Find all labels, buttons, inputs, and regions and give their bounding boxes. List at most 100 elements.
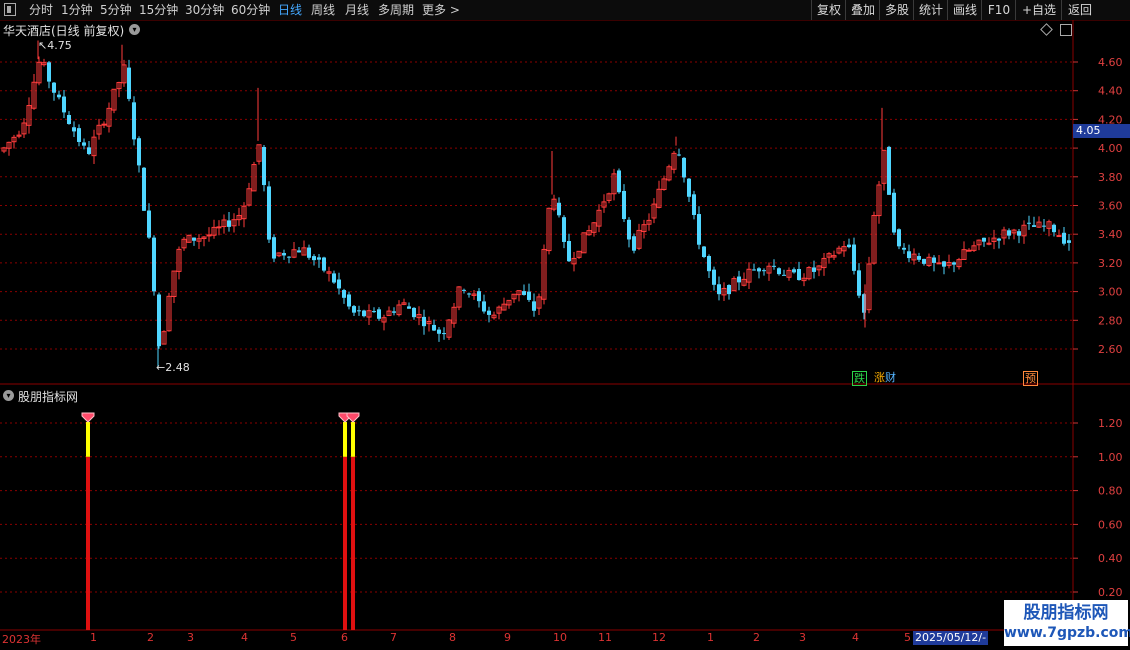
candle-body (267, 186, 271, 240)
watermark-url: www.7gpzb.com (1004, 625, 1130, 641)
price-tick-label: 3.20 (1098, 257, 1123, 270)
candle-body (737, 276, 741, 283)
signal-bar (86, 456, 90, 630)
candle-body (216, 226, 222, 229)
candle-body (262, 147, 266, 186)
candle-body (682, 157, 686, 178)
candle-body (847, 244, 851, 248)
candle-body (227, 220, 231, 227)
indicator-grid (0, 422, 1073, 593)
time-label: 10 (553, 631, 567, 644)
candle-body (282, 253, 286, 256)
candle-body (467, 293, 471, 295)
candle-body (132, 102, 136, 140)
candle-body (147, 210, 151, 238)
candle-body (442, 333, 446, 335)
time-label: 4 (852, 631, 859, 644)
stock-title: 华天酒店(日线 前复权) (3, 24, 125, 38)
candle-body (332, 273, 336, 283)
signal-bar (343, 456, 347, 630)
candle-body (677, 154, 681, 156)
price-tick-label: 4.40 (1098, 85, 1123, 98)
candle-body (357, 310, 361, 312)
low-price-label: ←2.48 (156, 361, 190, 374)
signal-bar-top (86, 422, 90, 457)
candle-body (557, 202, 561, 216)
collapse-icon[interactable]: ▾ (3, 390, 14, 401)
candle-body (407, 306, 411, 309)
candle-body (772, 265, 776, 267)
candle-body (777, 268, 781, 275)
candle-body (622, 190, 626, 220)
candle-body (632, 236, 636, 251)
candle-body (372, 311, 376, 313)
candle-body (727, 285, 731, 295)
high-price-label: ↖4.75 (38, 39, 72, 52)
candle-body (887, 146, 891, 195)
event-tag-finance[interactable]: 财 (884, 371, 897, 384)
candle-body (127, 67, 131, 99)
candle-body (432, 324, 436, 331)
time-axis: 2023年 1 2 3 4 5 6 7 8 9 10 11 12 1 2 3 4… (0, 630, 1073, 650)
candle-body (392, 311, 396, 313)
time-label: 8 (449, 631, 456, 644)
indicator-tick-label: 0.80 (1098, 485, 1123, 498)
candle-body (792, 269, 796, 273)
candle-body (412, 307, 416, 318)
time-label: 5 (290, 631, 297, 644)
signal-bars (81, 412, 360, 630)
candle-body (47, 62, 51, 82)
price-tick-label: 3.80 (1098, 171, 1123, 184)
indicator-tick-label: 0.60 (1098, 518, 1123, 531)
candle-body (782, 274, 786, 276)
candle-body (617, 170, 621, 193)
time-label: 11 (598, 631, 612, 644)
collapse-icon[interactable]: ▾ (129, 24, 140, 35)
candle-body (137, 138, 141, 166)
candle-body (362, 310, 366, 317)
indicator-tick-label: 1.20 (1098, 417, 1123, 430)
current-price-badge: 4.05 (1073, 124, 1130, 138)
candle-body (1017, 231, 1021, 236)
candle-body (966, 249, 972, 252)
candle-body (462, 289, 466, 291)
restore-icon[interactable] (1060, 24, 1072, 36)
candle-body (52, 82, 56, 93)
candle-body (812, 267, 816, 272)
indicator-tick-label: 0.40 (1098, 552, 1123, 565)
candle-body (692, 194, 696, 215)
candle-body (377, 309, 381, 319)
signal-bar-top (343, 422, 347, 457)
candle-body (57, 94, 61, 98)
high-price-value: 4.75 (47, 39, 72, 52)
candle-body (707, 256, 711, 272)
price-tick-label: 2.60 (1098, 343, 1123, 356)
price-tick-label: 4.00 (1098, 142, 1123, 155)
candle-body (101, 123, 107, 126)
candle-body (1056, 235, 1062, 238)
candle-body (712, 269, 716, 285)
time-label: 9 (504, 631, 511, 644)
kline-chart: 4.604.404.204.003.803.603.403.203.002.80… (0, 20, 1130, 631)
price-tick-label: 4.60 (1098, 56, 1123, 69)
candle-body (932, 257, 936, 263)
candle-body (527, 291, 531, 300)
time-label: 3 (187, 631, 194, 644)
event-tag-forecast[interactable]: 预 (1023, 371, 1038, 386)
time-label: 1 (707, 631, 714, 644)
candle-body (307, 247, 311, 258)
candle-body (797, 268, 801, 281)
candlestick-series (1, 40, 1071, 367)
candle-body (897, 229, 901, 247)
candle-body (352, 306, 356, 313)
gem-icon (81, 412, 95, 423)
candle-body (752, 269, 756, 271)
candle-body (902, 247, 906, 250)
event-tag-fall[interactable]: 跌 (852, 371, 867, 386)
candle-body (567, 241, 571, 262)
candle-body (337, 279, 341, 289)
time-label: 5 (904, 631, 911, 644)
candle-body (72, 127, 76, 132)
time-label: 6 (341, 631, 348, 644)
candle-body (142, 167, 146, 211)
